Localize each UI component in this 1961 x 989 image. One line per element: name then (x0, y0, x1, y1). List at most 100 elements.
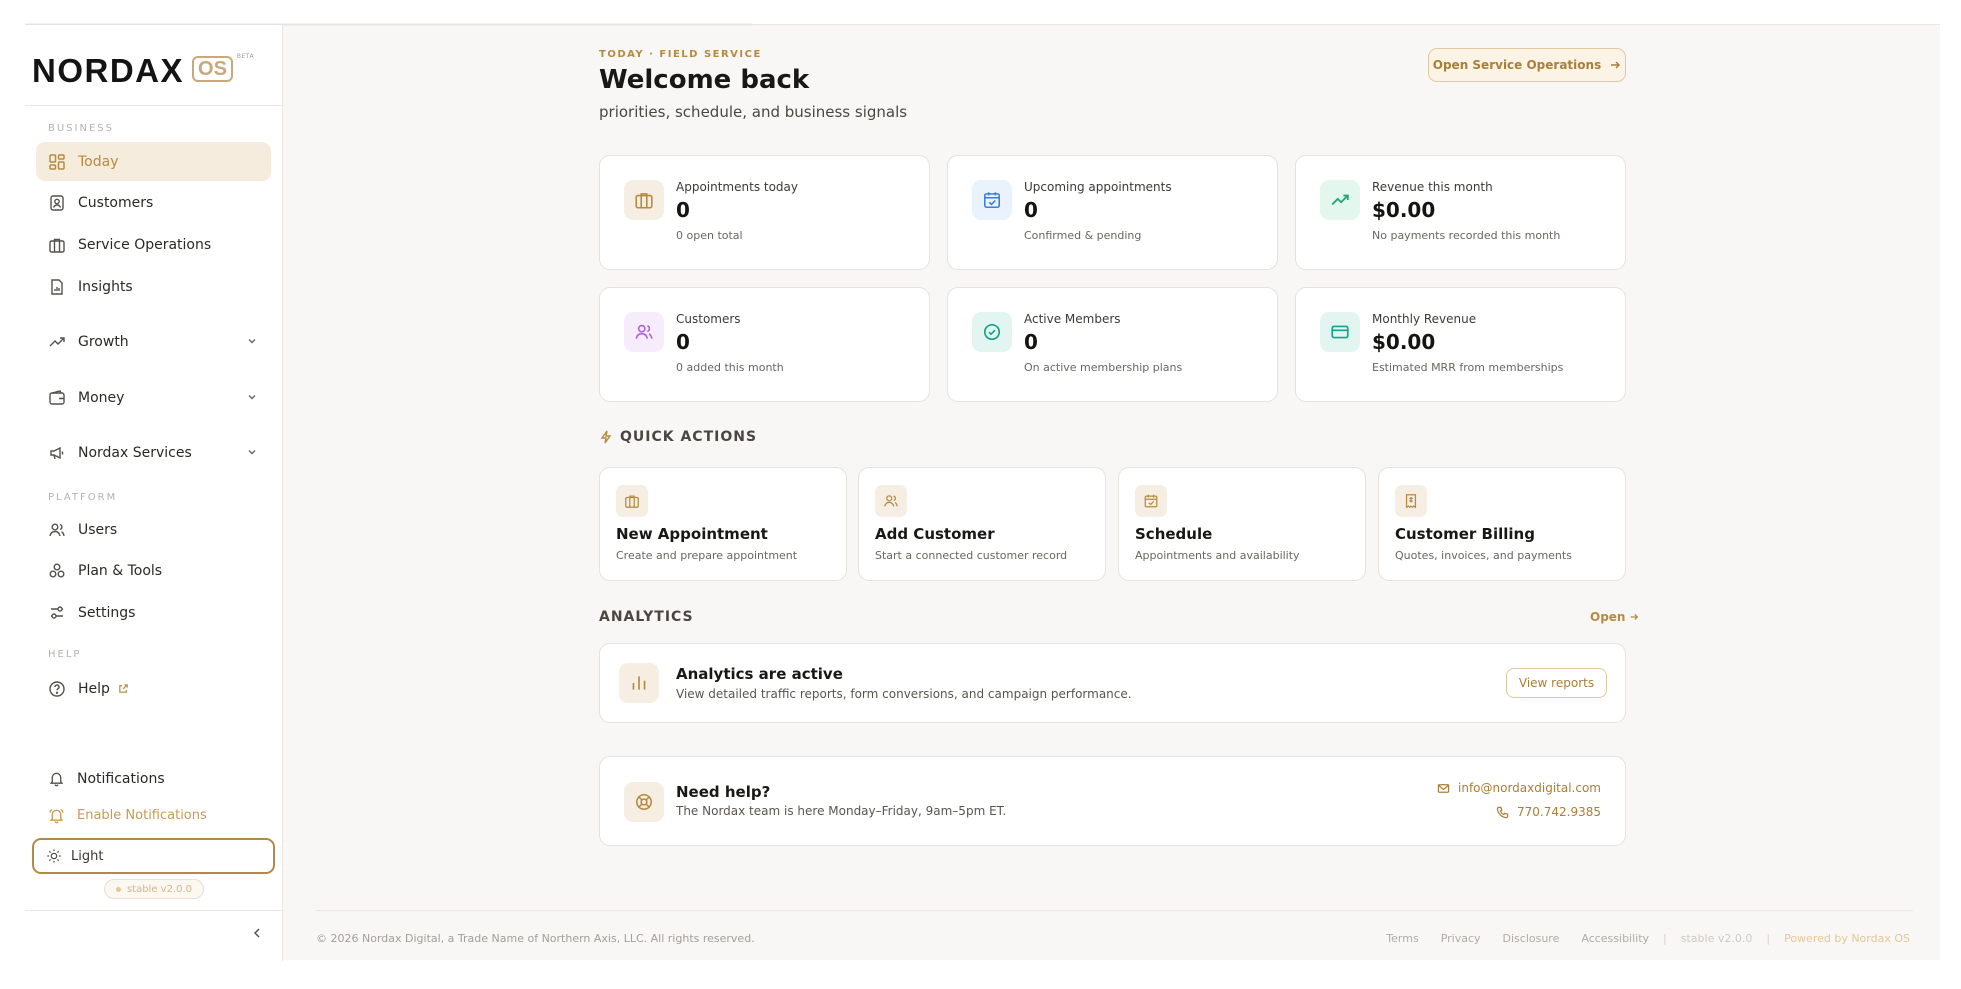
arrow-right-icon (1629, 612, 1639, 622)
trending-up-icon (1320, 180, 1360, 220)
footer-separator: | (1766, 932, 1771, 945)
footer-version: stable v2.0.0 (1680, 932, 1753, 945)
bar-chart-icon (619, 663, 659, 703)
quick-action-title: Schedule (1135, 525, 1213, 543)
sidebar-item-service-operations[interactable]: Service Operations (36, 225, 271, 264)
stat-card-customers[interactable]: Customers 0 0 added this month (599, 287, 930, 402)
page-title: Welcome back (599, 65, 810, 95)
sidebar-item-users[interactable]: Users (36, 510, 271, 549)
stat-label: Active Members (1024, 312, 1121, 326)
quick-actions-label: QUICK ACTIONS (620, 429, 758, 445)
sidebar-item-label: Users (78, 521, 118, 538)
page-subtitle: priorities, schedule, and business signa… (599, 103, 908, 121)
briefcase-icon (48, 236, 66, 254)
view-reports-button[interactable]: View reports (1506, 668, 1607, 698)
help-card-desc: The Nordax team is here Monday–Friday, 9… (676, 804, 1007, 818)
stat-card-monthly-revenue[interactable]: Monthly Revenue $0.00 Estimated MRR from… (1295, 287, 1626, 402)
status-dot (115, 886, 121, 892)
help-card: Need help? The Nordax team is here Monda… (599, 756, 1626, 846)
stat-label: Appointments today (676, 180, 798, 194)
mail-icon (1437, 782, 1450, 795)
chevron-left-icon[interactable] (250, 926, 264, 940)
sidebar-item-customers[interactable]: Customers (36, 183, 271, 222)
footer-link-disclosure[interactable]: Disclosure (1503, 932, 1560, 945)
app-frame: NORDAX OS BETA BUSINESS Today Customers … (25, 23, 1940, 961)
analytics-open-link[interactable]: Open (1590, 610, 1639, 624)
version-label: stable v2.0.0 (126, 883, 193, 895)
users-icon (875, 485, 907, 517)
quick-action-new-appointment[interactable]: New Appointment Create and prepare appoi… (599, 467, 847, 581)
lifebuoy-icon (624, 782, 664, 822)
analytics-card: Analytics are active View detailed traff… (599, 643, 1626, 723)
footer-link-terms[interactable]: Terms (1386, 932, 1418, 945)
stat-note: No payments recorded this month (1372, 229, 1561, 242)
footer-link-accessibility[interactable]: Accessibility (1581, 932, 1649, 945)
quick-action-add-customer[interactable]: Add Customer Start a connected customer … (858, 467, 1106, 581)
sidebar-item-help[interactable]: Help (36, 669, 271, 708)
arrow-right-icon (1609, 59, 1621, 71)
sidebar-item-plan-tools[interactable]: Plan & Tools (36, 551, 271, 590)
chevron-down-icon (248, 450, 256, 455)
stat-card-revenue-this-month[interactable]: Revenue this month $0.00 No payments rec… (1295, 155, 1626, 270)
calendar-check-icon (972, 180, 1012, 220)
footer-links: Terms Privacy Disclosure Accessibility |… (1364, 932, 1910, 945)
logo-beta: BETA (236, 53, 255, 60)
stat-card-active-members[interactable]: Active Members 0 On active membership pl… (947, 287, 1278, 402)
main-content: TODAY · FIELD SERVICE Welcome back prior… (283, 25, 1940, 961)
footer-link-privacy[interactable]: Privacy (1441, 932, 1481, 945)
quick-action-schedule[interactable]: Schedule Appointments and availability (1118, 467, 1366, 581)
briefcase-icon (616, 485, 648, 517)
quick-actions-heading: QUICK ACTIONS (599, 429, 757, 445)
quick-action-title: Add Customer (875, 525, 995, 543)
stat-card-upcoming-appointments[interactable]: Upcoming appointments 0 Confirmed & pend… (947, 155, 1278, 270)
analytics-card-desc: View detailed traffic reports, form conv… (676, 687, 1132, 701)
sidebar-item-nordax-services[interactable]: Nordax Services (36, 433, 271, 472)
logo-os: OS (192, 56, 233, 82)
footer-copyright: © 2026 Nordax Digital, a Trade Name of N… (316, 932, 755, 945)
analytics-card-title: Analytics are active (676, 665, 843, 683)
chevron-down-icon (248, 395, 256, 400)
sidebar-item-money[interactable]: Money (36, 378, 271, 417)
sidebar-item-label: Insights (78, 278, 133, 295)
badge-check-icon (972, 312, 1012, 352)
credit-card-icon (1320, 312, 1360, 352)
external-link-icon (119, 684, 128, 693)
stat-value: $0.00 (1372, 330, 1436, 354)
sidebar-item-growth[interactable]: Growth (36, 322, 271, 361)
analytics-heading: ANALYTICS (599, 609, 694, 625)
support-phone-link[interactable]: 770.742.9385 (1496, 805, 1601, 819)
open-service-operations-button[interactable]: Open Service Operations (1428, 48, 1626, 82)
sidebar-item-insights[interactable]: Insights (36, 267, 271, 306)
sidebar-item-label: Service Operations (78, 236, 212, 253)
dashboard-grid-icon (48, 153, 66, 171)
logo-word: NORDAX (32, 52, 185, 89)
footer-powered-by: Powered by Nordax OS (1784, 932, 1910, 945)
enable-notifications-button[interactable]: Enable Notifications (48, 807, 207, 824)
stat-label: Monthly Revenue (1372, 312, 1477, 326)
quick-action-customer-billing[interactable]: Customer Billing Quotes, invoices, and p… (1378, 467, 1626, 581)
sliders-icon (48, 604, 66, 622)
stat-value: 0 (1024, 198, 1038, 222)
open-ops-label: Open Service Operations (1432, 58, 1602, 72)
divider (25, 910, 283, 911)
support-email-link[interactable]: info@nordaxdigital.com (1437, 781, 1601, 795)
report-document-icon (48, 278, 66, 296)
chevron-down-icon (248, 339, 256, 344)
theme-toggle-button[interactable]: Light (32, 838, 275, 874)
stat-card-appointments-today[interactable]: Appointments today 0 0 open total (599, 155, 930, 270)
stat-note: Estimated MRR from memberships (1372, 361, 1564, 374)
stat-note: 0 open total (676, 229, 743, 242)
calendar-check-icon (1135, 485, 1167, 517)
sidebar-item-settings[interactable]: Settings (36, 593, 271, 632)
help-circle-icon (48, 680, 66, 698)
sidebar-item-label: Today (78, 153, 119, 170)
stat-note: Confirmed & pending (1024, 229, 1142, 242)
brand-logo[interactable]: NORDAX OS BETA (32, 51, 254, 91)
notifications-link[interactable]: Notifications (48, 770, 165, 787)
support-email: info@nordaxdigital.com (1458, 781, 1601, 795)
sidebar: NORDAX OS BETA BUSINESS Today Customers … (25, 25, 283, 961)
stat-note: 0 added this month (676, 361, 784, 374)
quick-action-desc: Start a connected customer record (875, 549, 1068, 562)
sidebar-item-today[interactable]: Today (36, 142, 271, 181)
sidebar-item-label: Customers (78, 194, 154, 211)
